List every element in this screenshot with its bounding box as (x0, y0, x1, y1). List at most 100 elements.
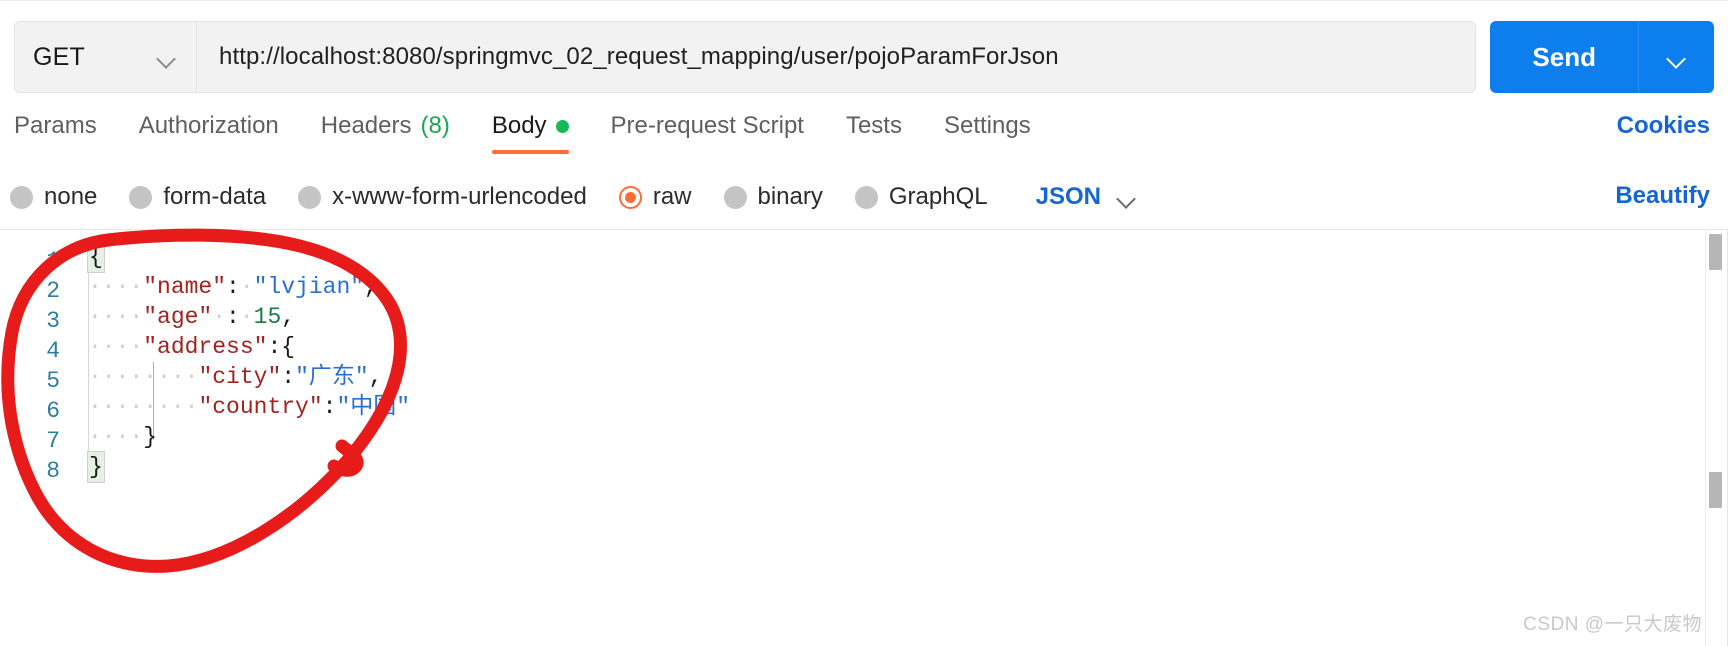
code-token: : (267, 334, 282, 360)
send-options-button[interactable] (1638, 21, 1714, 93)
code-token: · (239, 274, 254, 300)
line-number: 4 (46, 338, 60, 364)
code-token: ···· (88, 424, 144, 450)
chevron-down-icon (157, 52, 176, 63)
code-token: ···· (88, 304, 144, 330)
code-token: : (281, 364, 296, 390)
request-url-bar: GET http://localhost:8080/springmvc_02_r… (0, 18, 1728, 96)
code-token: "age" (143, 304, 213, 330)
tab-tests[interactable]: Tests (846, 108, 902, 154)
code-token: · (239, 304, 254, 330)
url-group: GET http://localhost:8080/springmvc_02_r… (14, 21, 1477, 93)
radio-icon (129, 185, 153, 209)
code-token: "广东" (295, 364, 369, 390)
code-token: , (281, 304, 296, 330)
code-line[interactable]: } (87, 451, 105, 483)
line-number: 1 (46, 248, 60, 274)
postman-request-pane: GET http://localhost:8080/springmvc_02_r… (0, 0, 1728, 646)
editor-vertical-scrollbar[interactable] (1705, 230, 1727, 646)
request-url-text: http://localhost:8080/springmvc_02_reque… (219, 43, 1059, 70)
cookies-link[interactable]: Cookies (1617, 112, 1710, 140)
raw-format-select[interactable]: JSON (1036, 183, 1136, 211)
line-number: 3 (46, 308, 60, 334)
code-line[interactable]: ···· ···· "city": "广东", (88, 362, 383, 392)
code-token: : (322, 394, 337, 420)
code-line[interactable]: ····} (88, 422, 157, 452)
tab-label: Authorization (138, 112, 279, 139)
body-type-raw[interactable]: raw (618, 183, 692, 211)
code-token: { (281, 334, 296, 360)
line-number: 8 (46, 458, 60, 484)
body-present-dot-icon (555, 119, 569, 133)
code-token: "中国" (336, 394, 411, 420)
tab-label: Params (14, 112, 97, 139)
scrollbar-thumb-bottom[interactable] (1709, 472, 1722, 508)
editor-gutter: 1 2 3 4 5 6 7 8 (0, 230, 74, 646)
body-type-binary[interactable]: binary (723, 183, 823, 211)
code-line[interactable]: { (87, 241, 105, 273)
tab-authorization[interactable]: Authorization (139, 108, 279, 154)
line-number: 7 (46, 428, 60, 454)
code-line[interactable]: ···· "age" ·: · 15, (88, 302, 295, 332)
tab-label: Settings (943, 112, 1031, 139)
raw-body-editor[interactable]: 1 2 3 4 5 6 7 8 { ···· "name": · "lvjian", … (0, 229, 1728, 646)
code-token: , (364, 274, 378, 300)
code-token: } (87, 451, 105, 483)
radio-icon (10, 185, 33, 209)
body-type-label: binary (757, 183, 823, 210)
code-token: ···· (88, 364, 144, 390)
tab-body[interactable]: Body (491, 108, 569, 154)
code-token: · (212, 304, 227, 330)
beautify-button[interactable]: Beautify (1615, 182, 1710, 210)
request-url-input[interactable]: http://localhost:8080/springmvc_02_reque… (197, 22, 1476, 92)
line-number: 2 (46, 278, 60, 304)
body-type-label: form-data (163, 183, 267, 210)
request-tabs: Params Authorization Headers (8) Body Pr… (0, 108, 1728, 164)
code-token: 15 (253, 304, 282, 330)
body-type-x-www-form-urlencoded[interactable]: x-www-form-urlencoded (298, 183, 587, 211)
body-type-label: x-www-form-urlencoded (332, 183, 587, 210)
headers-count-badge: (8) (420, 112, 450, 139)
send-button[interactable]: Send (1490, 21, 1638, 93)
editor-code-area[interactable]: { ···· "name": · "lvjian", ···· "age" ·: · 15, … (74, 230, 1728, 646)
radio-icon (723, 185, 747, 209)
code-token: "country" (198, 394, 323, 420)
code-token: : (226, 274, 240, 300)
tab-settings[interactable]: Settings (944, 108, 1031, 154)
code-token: : (226, 304, 240, 330)
body-type-selector: none form-data x-www-form-urlencoded raw… (0, 170, 1728, 224)
code-token: , (368, 364, 383, 390)
tab-pre-request-script[interactable]: Pre-request Script (611, 108, 804, 154)
chevron-down-icon (1117, 192, 1136, 203)
chevron-down-icon (1667, 52, 1686, 63)
code-token: "city" (198, 364, 282, 390)
http-method-label: GET (33, 42, 85, 71)
tab-headers[interactable]: Headers (8) (321, 108, 450, 154)
code-token: ···· (88, 394, 144, 420)
code-token: ···· (88, 274, 144, 300)
scrollbar-thumb-top[interactable] (1709, 234, 1722, 270)
tab-label: Body (491, 112, 547, 139)
line-number: 6 (46, 398, 60, 424)
code-line[interactable]: ···· "address":{ (88, 332, 295, 362)
body-type-form-data[interactable]: form-data (129, 183, 266, 211)
body-type-label: GraphQL (888, 183, 988, 210)
csdn-watermark: CSDN @一只大废物 (1523, 614, 1702, 635)
code-line[interactable]: ···· ···· "country": "中国" (88, 392, 410, 422)
code-line[interactable]: ···· "name": · "lvjian", (88, 272, 378, 302)
code-token: } (143, 424, 158, 450)
code-token: "address" (143, 334, 268, 360)
http-method-select[interactable]: GET (15, 22, 197, 92)
window-top-edge (0, 0, 1728, 1)
radio-icon (298, 185, 322, 209)
raw-format-label: JSON (1035, 183, 1101, 210)
body-type-graphql[interactable]: GraphQL (854, 183, 988, 211)
code-token: ···· (143, 394, 199, 420)
code-token: ···· (143, 364, 199, 390)
body-type-none[interactable]: none (10, 183, 97, 211)
tab-label: Tests (845, 112, 902, 139)
tab-params[interactable]: Params (14, 108, 97, 154)
tab-label: Pre-request Script (610, 112, 804, 139)
line-number: 5 (46, 368, 60, 394)
body-type-label: none (44, 183, 98, 210)
